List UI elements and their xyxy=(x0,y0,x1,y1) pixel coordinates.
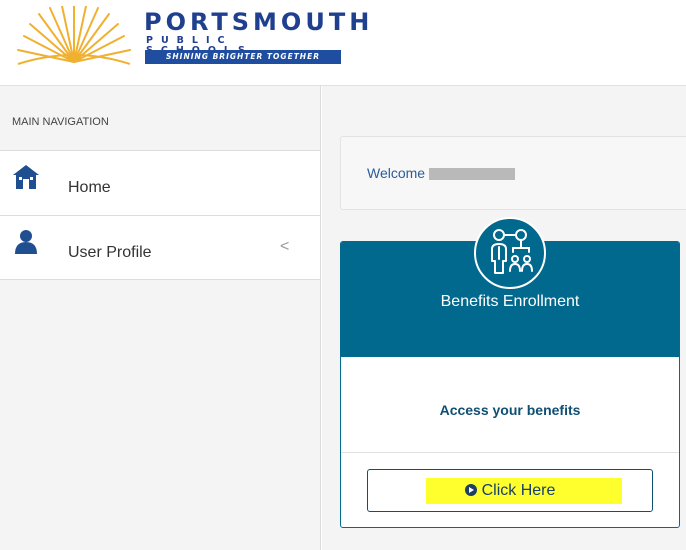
sidebar-item-home[interactable]: Home xyxy=(0,151,320,215)
user-icon xyxy=(15,230,37,254)
header: PORTSMOUTH PUBLIC SCHOOLS SHINING BRIGHT… xyxy=(0,0,686,86)
portsmouth-logo[interactable]: PORTSMOUTH PUBLIC SCHOOLS SHINING BRIGHT… xyxy=(14,6,369,68)
redacted-user-name xyxy=(429,168,516,181)
chevron-circle-right-icon xyxy=(464,484,477,496)
click-here-button[interactable]: Click Here xyxy=(367,469,653,512)
home-icon xyxy=(13,165,39,189)
button-content: Click Here xyxy=(368,482,652,500)
org-chart-icon xyxy=(474,217,546,289)
welcome-panel: Welcome xyxy=(340,136,686,210)
main-content: Welcome Benefits Enrollment Access your … xyxy=(322,86,686,550)
sidebar-item-label: User Profile xyxy=(68,244,152,261)
welcome-message: Welcome xyxy=(367,165,516,181)
nav-heading: MAIN NAVIGATION xyxy=(12,116,109,128)
logo-tagline: SHINING BRIGHTER TOGETHER xyxy=(145,50,341,64)
chevron-left-icon[interactable]: < xyxy=(280,238,289,256)
card-subtitle: Access your benefits xyxy=(439,402,581,418)
nav-list: Home User Profile < xyxy=(0,150,320,280)
card-divider xyxy=(341,452,679,453)
sunburst-icon xyxy=(17,6,131,65)
sidebar-item-label: Home xyxy=(68,179,111,196)
sidebar: MAIN NAVIGATION Home User Profile < xyxy=(0,86,321,550)
logo-title: PORTSMOUTH xyxy=(144,8,374,36)
button-label: Click Here xyxy=(481,482,556,499)
sidebar-item-user-profile[interactable]: User Profile < xyxy=(0,215,320,279)
card-title: Benefits Enrollment xyxy=(440,293,580,310)
welcome-label: Welcome xyxy=(367,165,426,181)
